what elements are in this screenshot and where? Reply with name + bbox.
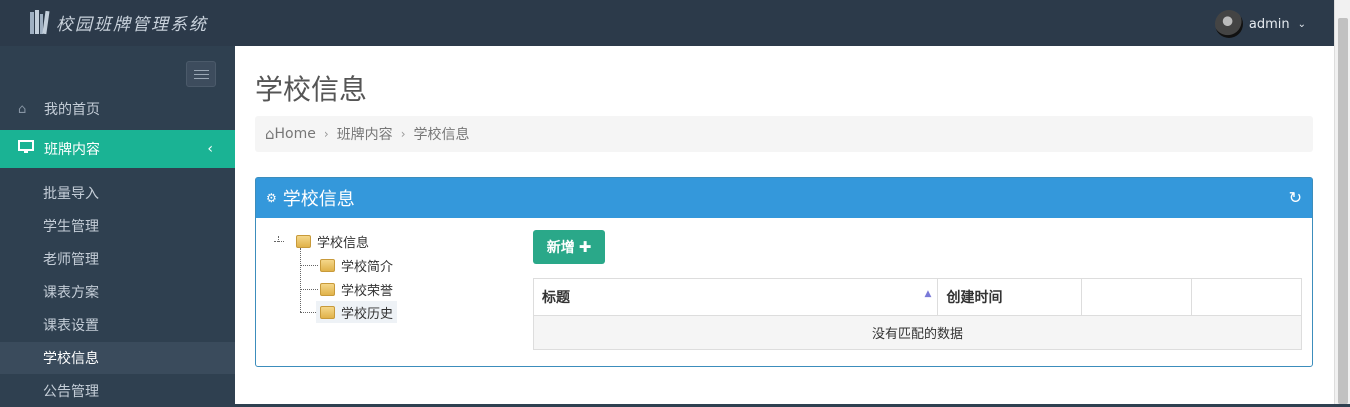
- sidebar: ⌂ 我的首页 班牌内容 ‹ 批量导入 学生管理 老师管理 课表方案 课表设置 学…: [0, 46, 235, 404]
- sidebar-item-label: 班牌内容: [44, 142, 100, 158]
- tree-node-honors[interactable]: 学校荣誉: [320, 278, 393, 300]
- folder-icon: [320, 282, 335, 296]
- sidebar-subitem-teachers[interactable]: 老师管理: [0, 243, 235, 275]
- tree-node-intro[interactable]: 学校简介: [320, 254, 393, 276]
- tree-node-label: 学校信息: [317, 235, 370, 251]
- folder-icon: [320, 305, 335, 319]
- breadcrumb-home-link[interactable]: Home: [275, 126, 316, 142]
- empty-message: 没有匹配的数据: [533, 315, 1302, 350]
- breadcrumb: ⌂ Home › 班牌内容 › 学校信息: [255, 116, 1313, 152]
- breadcrumb-current: 学校信息: [413, 127, 470, 143]
- home-icon: ⌂: [265, 125, 275, 143]
- sort-asc-icon: ▲: [924, 289, 932, 299]
- sidebar-item-home[interactable]: ⌂ 我的首页: [0, 90, 235, 128]
- table-row: 没有匹配的数据: [533, 315, 1302, 350]
- top-bar: 校园班牌管理系统 admin ⌄: [0, 0, 1334, 46]
- column-header-title[interactable]: 标题 ▲: [532, 278, 939, 316]
- scrollbar[interactable]: [1334, 0, 1350, 404]
- school-info-panel: ⚙ 学校信息 ↻ 学校信息 学校简介 学校荣誉 学校历史 新增 ✚ 标题 ▲ 创…: [255, 177, 1313, 367]
- chevron-right-icon: ›: [323, 127, 329, 141]
- column-header-created[interactable]: 创建时间: [937, 278, 1083, 316]
- folder-icon: [320, 258, 335, 272]
- breadcrumb-item[interactable]: 班牌内容: [337, 124, 393, 144]
- monitor-icon: [18, 140, 34, 158]
- folder-icon: [296, 234, 311, 248]
- refresh-icon[interactable]: ↻: [1289, 188, 1302, 207]
- sidebar-item-label: 我的首页: [44, 102, 100, 118]
- gears-icon: ⚙: [266, 191, 277, 205]
- panel-title: 学校信息: [282, 189, 355, 210]
- tree-node-label: 学校荣誉: [341, 283, 394, 299]
- user-name: admin: [1248, 16, 1290, 32]
- tree-node-root[interactable]: 学校信息: [296, 230, 369, 252]
- sidebar-subitem-announcements[interactable]: 公告管理: [0, 375, 235, 407]
- page-title: 学校信息: [255, 73, 368, 106]
- tree-node-history[interactable]: 学校历史: [316, 301, 398, 323]
- scrollbar-thumb[interactable]: [1338, 18, 1348, 404]
- tree-node-label: 学校历史: [341, 306, 394, 322]
- column-header: [1191, 278, 1302, 316]
- data-table: 标题 ▲ 创建时间 没有匹配的数据: [532, 278, 1302, 350]
- chevron-down-icon: ⌄: [1297, 18, 1306, 30]
- avatar: [1214, 10, 1243, 38]
- sidebar-subitem-school-info[interactable]: 学校信息: [0, 342, 235, 374]
- tree-node-label: 学校简介: [341, 259, 394, 275]
- plus-icon: ✚: [578, 238, 592, 256]
- main-content: 学校信息 ⌂ Home › 班牌内容 › 学校信息 ⚙ 学校信息 ↻ 学校信息: [235, 46, 1334, 404]
- books-logo-icon: [30, 10, 50, 35]
- add-button[interactable]: 新增 ✚: [533, 230, 605, 264]
- sidebar-toggle-button[interactable]: [186, 61, 216, 87]
- app-title: 校园班牌管理系统: [56, 14, 208, 35]
- sidebar-subitem-schedule-plan[interactable]: 课表方案: [0, 276, 235, 308]
- home-icon: ⌂: [18, 101, 27, 117]
- sidebar-item-board-content[interactable]: 班牌内容 ‹: [0, 130, 235, 168]
- chevron-right-icon: ›: [400, 127, 406, 141]
- app-logo[interactable]: 校园班牌管理系统: [28, 4, 208, 40]
- panel-header: ⚙ 学校信息: [256, 178, 1312, 218]
- sidebar-subitem-batch-import[interactable]: 批量导入: [0, 177, 235, 209]
- sidebar-subitem-schedule-settings[interactable]: 课表设置: [0, 309, 235, 341]
- sidebar-subitem-students[interactable]: 学生管理: [0, 210, 235, 242]
- column-header: [1081, 278, 1193, 316]
- chevron-left-icon: ‹: [207, 141, 213, 157]
- user-menu[interactable]: admin ⌄: [1214, 10, 1306, 38]
